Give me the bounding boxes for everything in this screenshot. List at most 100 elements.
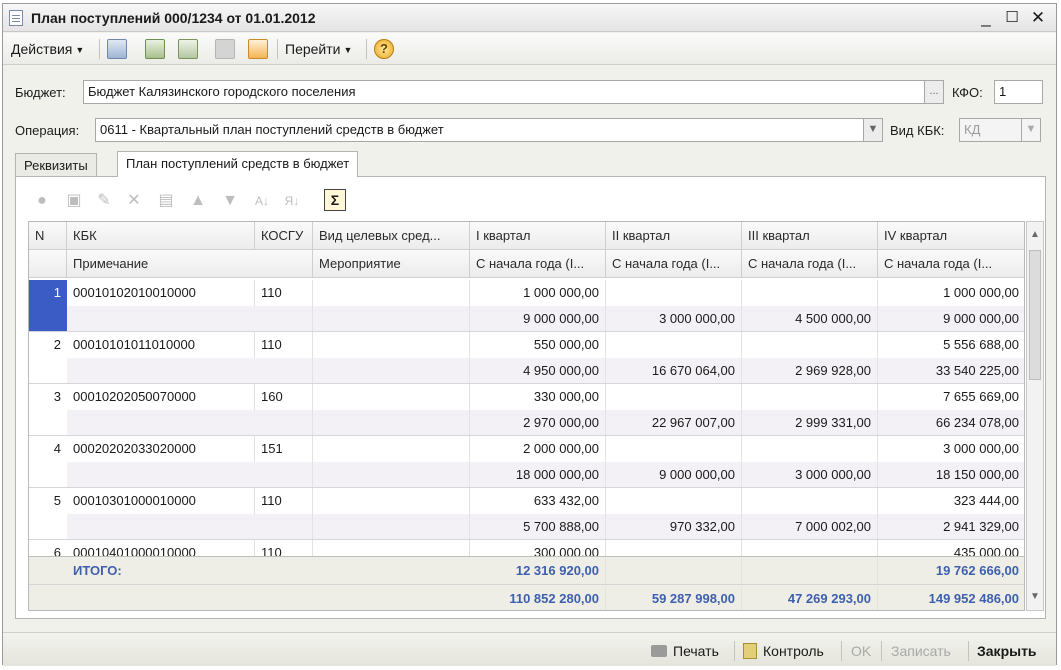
cumulative-cell[interactable]: 18 150 000,00 (878, 462, 1024, 488)
copy-document-icon[interactable] (178, 39, 198, 59)
cumulative-cell[interactable]: 18 000 000,00 (470, 462, 606, 488)
kosgu-cell[interactable]: 160 (255, 384, 313, 410)
quarter-cell[interactable] (742, 280, 878, 306)
quarter-cell[interactable]: 3 000 000,00 (878, 436, 1024, 462)
quarter-cell[interactable] (742, 436, 878, 462)
column-header[interactable]: N (29, 222, 67, 250)
cumulative-cell[interactable]: 4 500 000,00 (742, 306, 878, 332)
kfo-field[interactable]: 1 (994, 80, 1043, 104)
quarter-cell[interactable] (742, 384, 878, 410)
note-cell[interactable] (67, 358, 313, 384)
column-header[interactable]: II квартал (606, 222, 742, 250)
cumulative-cell[interactable]: 4 950 000,00 (470, 358, 606, 384)
cumulative-cell[interactable]: 9 000 000,00 (878, 306, 1024, 332)
goto-menu[interactable]: Перейти ▼ (285, 38, 352, 60)
target-funds-cell[interactable] (313, 436, 470, 488)
cumulative-cell[interactable]: 2 999 331,00 (742, 410, 878, 436)
quarter-cell[interactable]: 330 000,00 (470, 384, 606, 410)
quarter-cell[interactable]: 550 000,00 (470, 332, 606, 358)
select-budget-button[interactable]: ... (924, 80, 944, 104)
tab-requisites[interactable]: Реквизиты (15, 153, 97, 177)
close-button[interactable]: Закрыть (977, 641, 1037, 661)
cumulative-cell[interactable]: 3 000 000,00 (606, 306, 742, 332)
actions-menu[interactable]: Действия ▼ (11, 38, 84, 60)
quarter-cell[interactable]: 7 655 669,00 (878, 384, 1024, 410)
sum-sigma-icon[interactable]: Σ (324, 189, 346, 211)
minimize-icon[interactable]: _ (975, 7, 997, 29)
column-header[interactable]: Вид целевых сред... (313, 222, 470, 250)
quarter-cell[interactable] (742, 488, 878, 514)
column-header-sub[interactable]: Примечание (67, 250, 313, 278)
budget-field[interactable]: Бюджет Калязинского городского поселения (83, 80, 926, 104)
quarter-cell[interactable]: 1 000 000,00 (878, 280, 1024, 306)
quarter-cell[interactable] (606, 384, 742, 410)
kosgu-cell[interactable]: 110 (255, 280, 313, 306)
cumulative-cell[interactable]: 66 234 078,00 (878, 410, 1024, 436)
kbk-cell[interactable]: 00010202050070000 (67, 384, 255, 410)
cumulative-cell[interactable]: 970 332,00 (606, 514, 742, 540)
column-header[interactable]: I квартал (470, 222, 606, 250)
kosgu-cell[interactable]: 110 (255, 332, 313, 358)
cumulative-cell[interactable]: 5 700 888,00 (470, 514, 606, 540)
kbk-cell[interactable]: 00010102010010000 (67, 280, 255, 306)
quarter-cell[interactable]: 5 556 688,00 (878, 332, 1024, 358)
note-cell[interactable] (67, 514, 313, 540)
quarter-cell[interactable]: 323 444,00 (878, 488, 1024, 514)
maximize-icon[interactable]: ☐ (1001, 7, 1023, 29)
close-icon[interactable]: ✕ (1027, 7, 1049, 29)
kbk-cell[interactable]: 00010301000010000 (67, 488, 255, 514)
table-scrollbar[interactable]: ▲ ▼ (1026, 221, 1044, 611)
column-header[interactable]: III квартал (742, 222, 878, 250)
column-header[interactable]: КОСГУ (255, 222, 313, 250)
quarter-cell[interactable] (742, 332, 878, 358)
refresh-icon[interactable] (145, 39, 165, 59)
column-header-sub[interactable]: Мероприятие (313, 250, 470, 278)
print-button[interactable]: Печать (651, 641, 719, 661)
cumulative-cell[interactable]: 33 540 225,00 (878, 358, 1024, 384)
quarter-cell[interactable]: 2 000 000,00 (470, 436, 606, 462)
scroll-down-chevron-icon[interactable]: ▼ (1027, 584, 1043, 610)
actions-label: Действия (11, 41, 73, 57)
kosgu-cell[interactable]: 151 (255, 436, 313, 462)
target-funds-cell[interactable] (313, 280, 470, 332)
cumulative-cell[interactable]: 16 670 064,00 (606, 358, 742, 384)
quarter-cell[interactable] (606, 332, 742, 358)
cumulative-cell[interactable]: 22 967 007,00 (606, 410, 742, 436)
note-cell[interactable] (67, 306, 313, 332)
target-funds-cell[interactable] (313, 488, 470, 540)
column-header-sub[interactable]: С начала года (I... (878, 250, 1024, 278)
report-icon[interactable] (248, 39, 268, 59)
kbk-cell[interactable]: 00010101011010000 (67, 332, 255, 358)
target-funds-cell[interactable] (313, 384, 470, 436)
scroll-up-chevron-icon[interactable]: ▲ (1027, 222, 1043, 248)
cumulative-cell[interactable]: 2 941 329,00 (878, 514, 1024, 540)
cumulative-cell[interactable]: 2 969 928,00 (742, 358, 878, 384)
cumulative-cell[interactable]: 9 000 000,00 (606, 462, 742, 488)
cumulative-cell[interactable]: 3 000 000,00 (742, 462, 878, 488)
operation-field[interactable]: 0611 - Квартальный план поступлений сред… (95, 118, 865, 142)
quarter-cell[interactable] (606, 436, 742, 462)
kosgu-cell[interactable]: 110 (255, 488, 313, 514)
column-header-sub[interactable]: С начала года (I... (606, 250, 742, 278)
column-header-sub[interactable]: С начала года (I... (470, 250, 606, 278)
cumulative-cell[interactable]: 7 000 002,00 (742, 514, 878, 540)
quarter-cell[interactable]: 633 432,00 (470, 488, 606, 514)
cumulative-cell[interactable]: 2 970 000,00 (470, 410, 606, 436)
cumulative-cell[interactable]: 9 000 000,00 (470, 306, 606, 332)
column-header[interactable]: КБК (67, 222, 255, 250)
help-icon[interactable]: ? (374, 39, 394, 59)
note-cell[interactable] (67, 462, 313, 488)
quarter-cell[interactable] (606, 488, 742, 514)
target-funds-cell[interactable] (313, 332, 470, 384)
post-document-icon[interactable] (107, 39, 127, 59)
control-button[interactable]: Контроль (743, 641, 824, 661)
scroll-thumb[interactable] (1029, 250, 1041, 380)
note-cell[interactable] (67, 410, 313, 436)
column-header-sub[interactable]: С начала года (I... (742, 250, 878, 278)
quarter-cell[interactable]: 1 000 000,00 (470, 280, 606, 306)
tab-income-plan[interactable]: План поступлений средств в бюджет (117, 151, 359, 177)
column-header[interactable]: IV квартал (878, 222, 1024, 250)
quarter-cell[interactable] (606, 280, 742, 306)
kbk-cell[interactable]: 00020202033020000 (67, 436, 255, 462)
operation-dropdown-chevron-down-icon[interactable]: ▼ (863, 118, 883, 142)
